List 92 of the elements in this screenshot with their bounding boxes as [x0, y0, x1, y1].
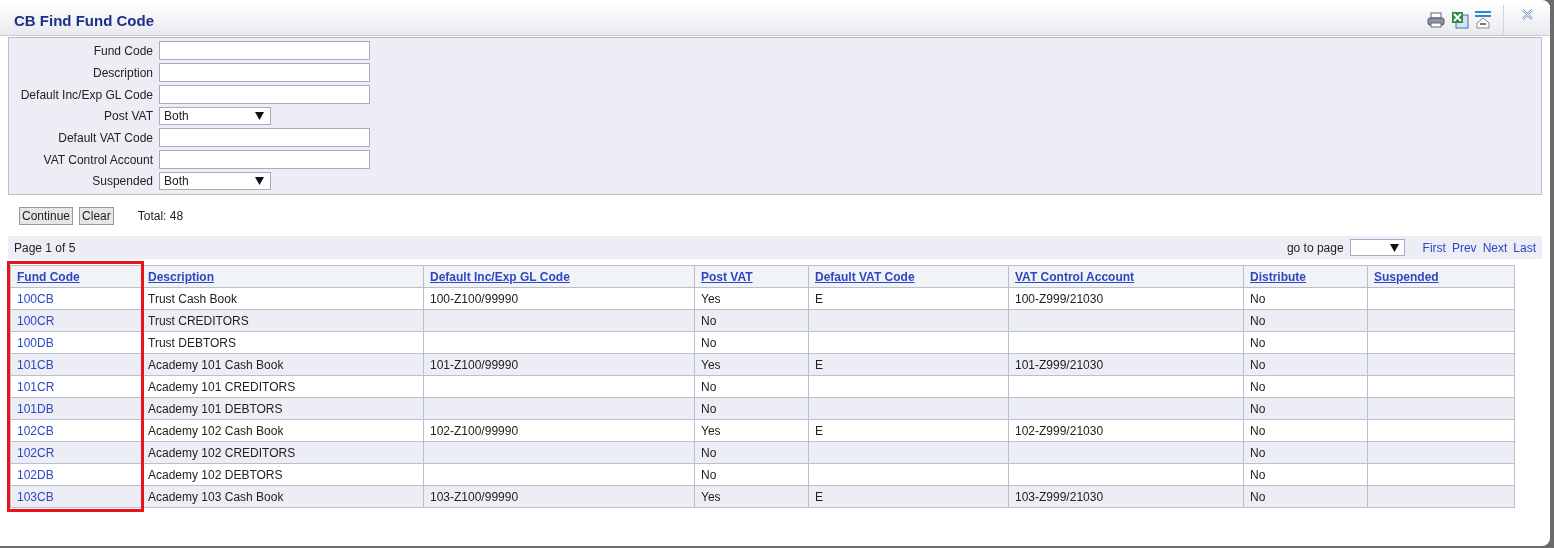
table-cell: No — [1243, 287, 1368, 310]
table-cell: No — [1243, 309, 1368, 332]
table-cell: Academy 101 Cash Book — [141, 353, 424, 376]
table-cell: No — [1243, 375, 1368, 398]
table-cell: 101-Z999/21030 — [1008, 353, 1244, 376]
table-cell: No — [694, 397, 809, 420]
record-link[interactable]: 101DB — [17, 401, 54, 416]
field-label: Post VAT — [103, 109, 153, 123]
dropdown-arrow-icon — [1389, 243, 1399, 252]
table-cell: Academy 102 Cash Book — [141, 419, 424, 442]
table-cell: No — [694, 441, 809, 464]
input-field[interactable] — [159, 128, 370, 147]
record-link[interactable]: 102CR — [17, 445, 55, 460]
record-link[interactable]: 101CB — [17, 357, 54, 372]
window-title: CB Find Fund Code — [14, 11, 155, 29]
table-cell: 102-Z100/99990 — [423, 419, 695, 442]
table-cell: E — [808, 419, 1009, 442]
table-cell: Academy 103 Cash Book — [141, 485, 424, 508]
printer-icon[interactable] — [1427, 12, 1445, 28]
pager-link[interactable]: Prev — [1451, 240, 1477, 255]
form-button[interactable]: Clear — [79, 207, 114, 225]
dropdown-arrow-icon — [255, 112, 264, 120]
table-cell: Yes — [694, 353, 809, 376]
record-link[interactable]: 100CR — [17, 313, 55, 328]
table-cell: 103-Z100/99990 — [423, 485, 695, 508]
sort-link[interactable]: Distribute — [1250, 269, 1306, 284]
input-field[interactable] — [159, 85, 370, 104]
field-label: Default Inc/Exp GL Code — [19, 87, 153, 102]
goto-label: go to page — [1286, 240, 1344, 255]
table-cell: No — [1243, 419, 1368, 442]
table-cell: Yes — [694, 419, 809, 442]
dropdown-arrow-icon — [255, 177, 264, 185]
table-cell: No — [694, 463, 809, 486]
sort-link[interactable]: Default VAT Code — [815, 269, 915, 284]
table-cell: Trust CREDITORS — [141, 309, 424, 332]
table-cell: 100-Z100/99990 — [423, 287, 695, 310]
table-cell: No — [1243, 397, 1368, 420]
sort-link[interactable]: Description — [148, 269, 214, 284]
record-link[interactable]: 102CB — [17, 423, 54, 438]
table-cell: 101-Z100/99990 — [423, 353, 695, 376]
form-button[interactable]: Continue — [19, 207, 74, 225]
table-cell: 102-Z999/21030 — [1008, 419, 1244, 442]
table-cell: E — [808, 485, 1009, 508]
pager-link[interactable]: Next — [1482, 240, 1508, 255]
sort-link[interactable]: Fund Code — [17, 269, 80, 284]
record-link[interactable]: 100CB — [17, 291, 54, 306]
sort-link[interactable]: Default Inc/Exp GL Code — [430, 269, 570, 284]
total-count: Total: 48 — [137, 209, 184, 223]
input-field[interactable] — [159, 41, 370, 60]
sort-link[interactable]: Suspended — [1374, 269, 1439, 284]
table-cell: No — [1243, 485, 1368, 508]
table-cell: No — [694, 309, 809, 332]
table-cell: 100-Z999/21030 — [1008, 287, 1244, 310]
input-field[interactable] — [159, 150, 370, 169]
table-cell: Academy 102 DEBTORS — [141, 463, 424, 486]
field-label: Suspended — [91, 174, 153, 188]
page-select[interactable] — [1349, 239, 1405, 256]
table-cell: No — [1243, 441, 1368, 464]
field-label: Fund Code — [92, 43, 153, 58]
record-link[interactable]: 100DB — [17, 335, 54, 350]
table-cell: Trust Cash Book — [141, 287, 424, 310]
table-cell: No — [694, 375, 809, 398]
field-label: Description — [91, 65, 153, 80]
select-field[interactable]: Both — [159, 172, 271, 190]
table-cell: E — [808, 287, 1009, 310]
table-cell: No — [1243, 353, 1368, 376]
input-field[interactable] — [159, 63, 370, 82]
table-cell: Academy 101 DEBTORS — [141, 397, 424, 420]
pager-link[interactable]: First — [1422, 240, 1446, 255]
sort-link[interactable]: VAT Control Account — [1015, 269, 1135, 284]
collapse-icon[interactable] — [1475, 11, 1491, 29]
table-cell: No — [1243, 463, 1368, 486]
table-cell: No — [1243, 331, 1368, 354]
table-cell: Academy 101 CREDITORS — [141, 375, 424, 398]
record-link[interactable]: 102DB — [17, 467, 54, 482]
field-label: VAT Control Account — [42, 152, 153, 167]
page-indicator: Page 1 of 5 — [14, 240, 77, 255]
table-cell: 103-Z999/21030 — [1008, 485, 1244, 508]
field-label: Default VAT Code — [57, 130, 153, 145]
record-link[interactable]: 101CR — [17, 379, 55, 394]
sort-link[interactable]: Post VAT — [701, 269, 753, 284]
table-cell: No — [694, 331, 809, 354]
select-field[interactable]: Both — [159, 107, 271, 125]
spreadsheet-icon[interactable] — [1451, 11, 1469, 29]
table-cell: E — [808, 353, 1009, 376]
table-cell: Yes — [694, 485, 809, 508]
pager-link[interactable]: Last — [1513, 240, 1536, 255]
close-icon[interactable] — [1521, 9, 1533, 20]
table-cell: Yes — [694, 287, 809, 310]
table-cell: Trust DEBTORS — [141, 331, 424, 354]
table-cell: Academy 102 CREDITORS — [141, 441, 424, 464]
record-link[interactable]: 103CB — [17, 489, 54, 504]
